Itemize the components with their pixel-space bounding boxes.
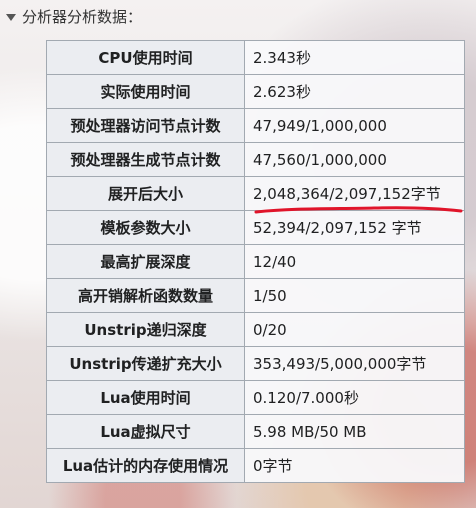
row-label: Unstrip递归深度 xyxy=(46,312,245,347)
row-value: 1/50 xyxy=(244,278,465,313)
row-label: 实际使用时间 xyxy=(46,74,245,109)
row-value: 47,560/1,000,000 xyxy=(244,142,465,177)
table-row: CPU使用时间 2.343秒 xyxy=(46,40,465,75)
row-label: 预处理器生成节点计数 xyxy=(46,142,245,177)
row-value: 0字节 xyxy=(244,448,465,483)
table-row: 实际使用时间 2.623秒 xyxy=(46,74,465,109)
table-row: 展开后大小 2,048,364/2,097,152字节 xyxy=(46,176,465,211)
row-label: Lua虚拟尺寸 xyxy=(46,414,245,449)
row-label: 最高扩展深度 xyxy=(46,244,245,279)
row-value: 2.623秒 xyxy=(244,74,465,109)
row-label: Lua使用时间 xyxy=(46,380,245,415)
row-label: 预处理器访问节点计数 xyxy=(46,108,245,143)
row-value: 2.343秒 xyxy=(244,40,465,75)
row-value: 2,048,364/2,097,152字节 xyxy=(244,176,465,211)
row-label: 展开后大小 xyxy=(46,176,245,211)
row-value: 0.120/7.000秒 xyxy=(244,380,465,415)
profiler-report-table: CPU使用时间 2.343秒 实际使用时间 2.623秒 预处理器访问节点计数 … xyxy=(46,40,465,483)
row-label: 模板参数大小 xyxy=(46,210,245,245)
row-value: 52,394/2,097,152 字节 xyxy=(244,210,465,245)
table-row: 最高扩展深度 12/40 xyxy=(46,244,465,279)
table-row: Unstrip传递扩充大小 353,493/5,000,000字节 xyxy=(46,346,465,381)
row-value: 353,493/5,000,000字节 xyxy=(244,346,465,381)
table-row: 模板参数大小 52,394/2,097,152 字节 xyxy=(46,210,465,245)
table-row: 高开销解析函数数量 1/50 xyxy=(46,278,465,313)
table-row: Lua虚拟尺寸 5.98 MB/50 MB xyxy=(46,414,465,449)
row-value: 47,949/1,000,000 xyxy=(244,108,465,143)
table-row: Unstrip递归深度 0/20 xyxy=(46,312,465,347)
collapse-triangle-icon xyxy=(6,14,16,21)
row-label: Unstrip传递扩充大小 xyxy=(46,346,245,381)
row-label: 高开销解析函数数量 xyxy=(46,278,245,313)
table-row: 预处理器生成节点计数 47,560/1,000,000 xyxy=(46,142,465,177)
table-row: Lua估计的内存使用情况 0字节 xyxy=(46,448,465,483)
row-value: 5.98 MB/50 MB xyxy=(244,414,465,449)
row-label: Lua估计的内存使用情况 xyxy=(46,448,245,483)
row-value: 0/20 xyxy=(244,312,465,347)
section-title: 分析器分析数据： xyxy=(22,8,143,26)
row-label: CPU使用时间 xyxy=(46,40,245,75)
profiler-section-toggle[interactable]: 分析器分析数据： xyxy=(6,6,142,27)
row-value: 12/40 xyxy=(244,244,465,279)
table-row: Lua使用时间 0.120/7.000秒 xyxy=(46,380,465,415)
table-row: 预处理器访问节点计数 47,949/1,000,000 xyxy=(46,108,465,143)
